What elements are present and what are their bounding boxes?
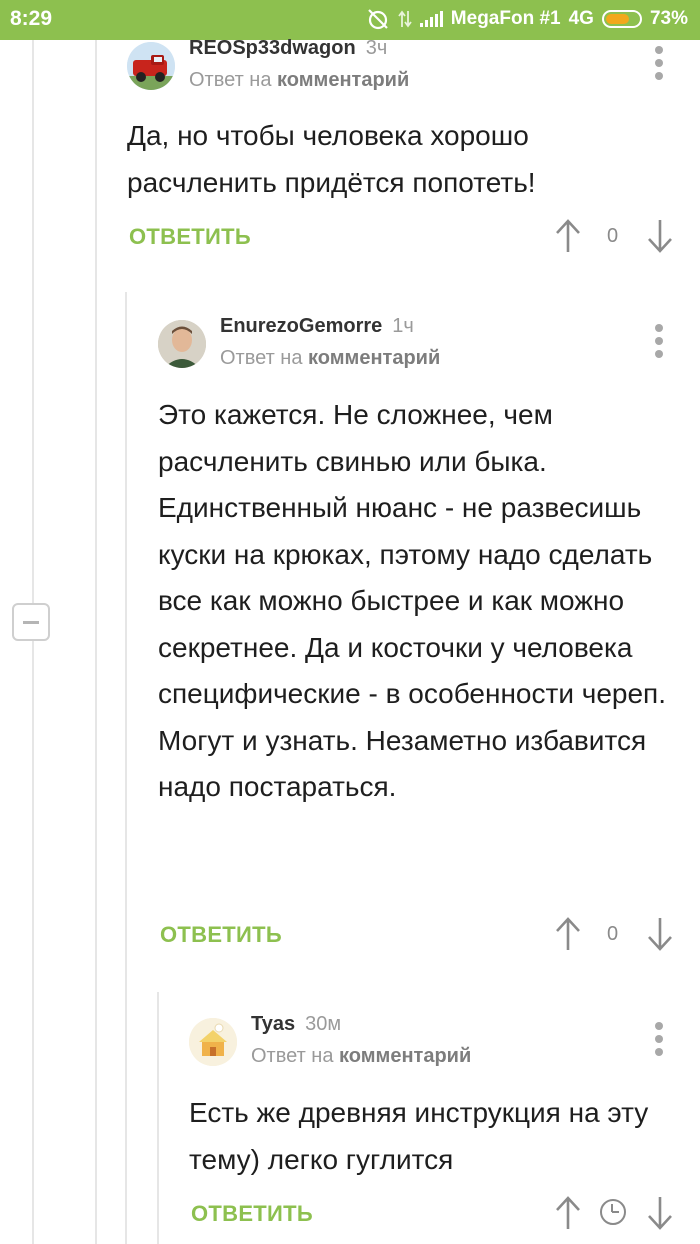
battery-percent: 73% <box>649 8 688 29</box>
comment-age: 1ч <box>392 315 414 337</box>
reply-button[interactable]: ОТВЕТИТЬ <box>191 1201 313 1227</box>
thread-line <box>125 292 127 1244</box>
upvote-arrow-icon[interactable] <box>553 916 583 952</box>
comment-age: 30м <box>305 1013 342 1035</box>
data-transfer-icon <box>398 10 412 28</box>
more-options-icon[interactable] <box>653 324 665 358</box>
reply-to-link[interactable]: Ответ на комментарий <box>220 347 440 370</box>
comment-score: 0 <box>607 923 619 945</box>
reply-to-target[interactable]: комментарий <box>277 69 409 91</box>
thread-line <box>95 40 97 1244</box>
upvote-arrow-icon[interactable] <box>553 1195 583 1231</box>
man-photo-avatar-image <box>158 320 206 368</box>
comment-text: Да, но чтобы человека хорошо расчленить … <box>127 120 536 198</box>
alarm-off-icon <box>368 9 388 30</box>
status-right: MegaFon #1 4G 73% <box>366 8 688 30</box>
avatar[interactable] <box>158 320 206 368</box>
avatar[interactable] <box>127 42 175 90</box>
author-name[interactable]: Tyas <box>251 1013 295 1035</box>
comment-text: Это кажется. Не сложнее, чем расчленить … <box>158 399 666 802</box>
author-name[interactable]: EnurezoGemorre <box>220 315 382 337</box>
downvote-arrow-icon[interactable] <box>645 1195 675 1231</box>
comment-author[interactable]: EnurezoGemorre 1ч <box>220 315 414 338</box>
reply-to-link[interactable]: Ответ на комментарий <box>189 69 409 92</box>
reply-to-link[interactable]: Ответ на комментарий <box>251 1045 471 1068</box>
downvote-arrow-icon[interactable] <box>645 218 675 254</box>
network-type: 4G <box>568 8 594 29</box>
reply-to-prefix: Ответ на <box>220 347 303 369</box>
comment-author[interactable]: REOSp33dwagon 3ч <box>189 37 387 60</box>
status-time: 8:29 <box>10 7 53 30</box>
reply-to-target[interactable]: комментарий <box>308 347 440 369</box>
comment-age: 3ч <box>365 37 388 59</box>
downvote-arrow-icon[interactable] <box>645 916 675 952</box>
status-bar: 8:29 MegaFon #1 4G 73% <box>0 0 700 40</box>
avatar[interactable] <box>189 1018 237 1066</box>
signal-icon <box>419 11 443 27</box>
author-name[interactable]: REOSp33dwagon <box>189 37 356 59</box>
battery-fill <box>605 14 629 24</box>
more-options-icon[interactable] <box>653 1022 665 1056</box>
comment-text: Есть же древняя инструкция на эту тему) … <box>189 1097 649 1175</box>
clock-icon <box>600 1199 626 1225</box>
reply-to-prefix: Ответ на <box>251 1045 334 1067</box>
cartoon-house-avatar-image <box>189 1018 237 1066</box>
thread-line <box>157 992 159 1244</box>
comment-score: 0 <box>607 225 619 247</box>
red-truck-avatar-image <box>127 42 175 90</box>
carrier-name: MegaFon #1 <box>450 8 561 29</box>
collapse-thread-button[interactable] <box>12 603 50 641</box>
upvote-arrow-icon[interactable] <box>553 218 583 254</box>
more-options-icon[interactable] <box>653 46 665 80</box>
comment-author[interactable]: Tyas 30м <box>251 1013 341 1036</box>
reply-to-target[interactable]: комментарий <box>339 1045 471 1067</box>
thread-line <box>32 40 34 1244</box>
battery-icon <box>601 10 642 28</box>
reply-button[interactable]: ОТВЕТИТЬ <box>129 224 251 250</box>
reply-button[interactable]: ОТВЕТИТЬ <box>160 922 282 948</box>
reply-to-prefix: Ответ на <box>189 69 272 91</box>
